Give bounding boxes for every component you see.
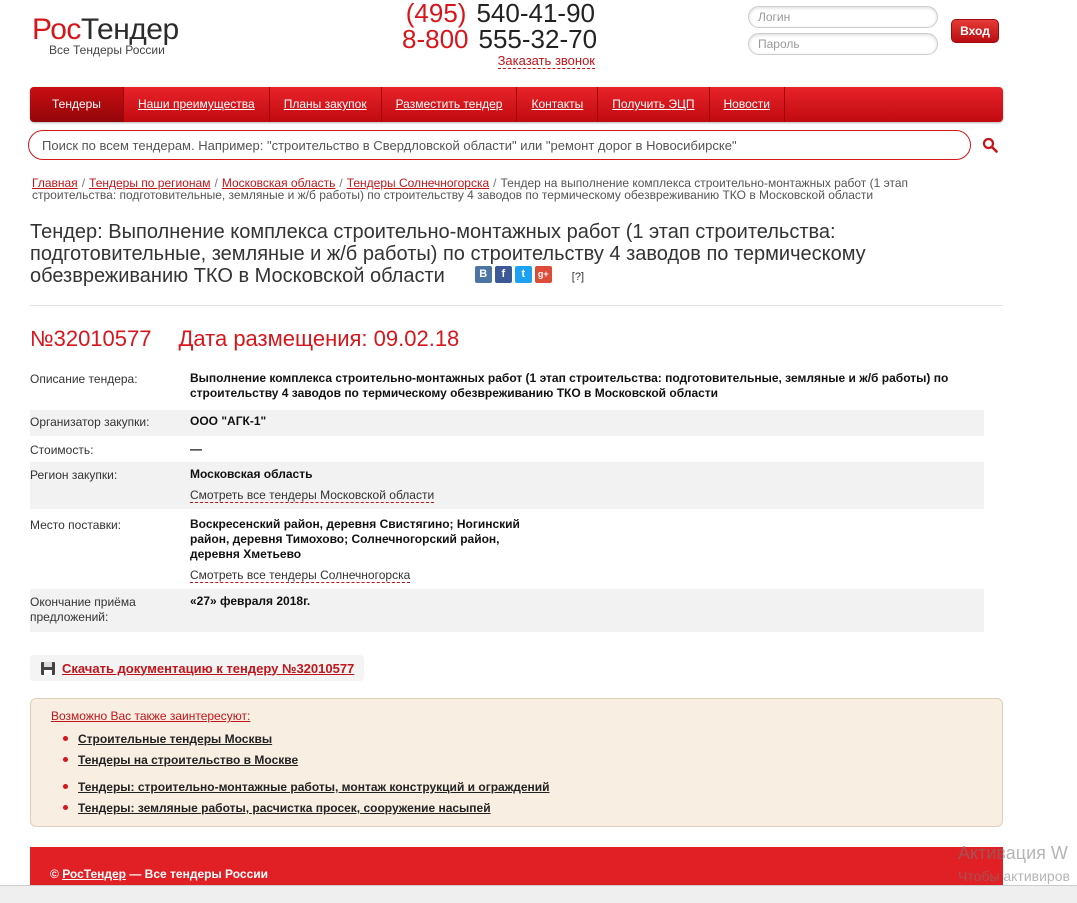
download-docs-link[interactable]: Скачать документацию к тендеру №32010577	[62, 661, 354, 676]
logo-name: РосТендер	[32, 14, 179, 46]
info-value: Воскресенский район, деревня Свистягино;…	[190, 517, 520, 561]
info-value: —	[190, 442, 202, 456]
nav-item-advantages[interactable]: Наши преимущества	[124, 87, 270, 122]
page-title: Тендер: Выполнение комплекса строительно…	[30, 221, 910, 288]
watermark-line: Активация W	[958, 843, 1068, 863]
footer-copyright: © РосТендер — Все тендеры России	[50, 867, 268, 881]
info-value: Московская область	[190, 467, 313, 481]
phone-code: 8-800	[402, 24, 469, 54]
region-tenders-link[interactable]: Смотреть все тендеры Московской области	[190, 489, 435, 503]
info-label: Стоимость:	[30, 443, 94, 457]
windows-activation-watermark: Активация W Чтобы активиров	[958, 843, 1070, 884]
login-input[interactable]	[748, 6, 938, 28]
help-link[interactable]: [?]	[572, 271, 584, 283]
info-row-region: Регион закупки: Московская область Смотр…	[30, 462, 984, 509]
info-label: Регион закупки:	[30, 468, 118, 482]
related-item: Тендеры: земляные работы, расчистка прос…	[61, 801, 550, 822]
info-value-delivery: Воскресенский район, деревня Свистягино;…	[190, 517, 530, 583]
phone-number: 555-32-70	[478, 24, 598, 54]
info-label: Описание тендера:	[30, 372, 138, 386]
floppy-disk-icon	[41, 662, 55, 675]
password-input[interactable]	[748, 33, 938, 55]
phone-moscow: (495) 540-41-90	[402, 0, 595, 26]
info-label: Окончание приёма предложений:	[30, 595, 136, 624]
tender-number: №32010577	[30, 326, 152, 351]
nav-item-plans[interactable]: Планы закупок	[270, 87, 382, 122]
phones-block: (495) 540-41-90 8-800 555-32-70 Заказать з…	[402, 0, 598, 70]
nav-item-tenders[interactable]: Тендеры	[30, 87, 124, 122]
nav-item-place-tender[interactable]: Разместить тендер	[382, 87, 518, 122]
search-icon[interactable]	[982, 137, 998, 153]
related-link[interactable]: Тендеры: строительно-монтажные работы, м…	[78, 780, 550, 794]
main-nav: Тендеры Наши преимущества Планы закупок …	[30, 87, 1003, 122]
divider	[30, 305, 1003, 306]
share-buttons: Bf t g+	[474, 266, 552, 284]
info-row-description: Описание тендера: Выполнение комплекса с…	[30, 367, 984, 410]
footer-brand-link[interactable]: РосТендер	[62, 867, 126, 881]
info-row-organizer: Организатор закупки: ООО "АГК-1"	[30, 410, 984, 436]
vk-icon[interactable]: B	[474, 266, 492, 284]
taskbar	[0, 885, 1077, 903]
twitter-icon[interactable]: t	[514, 266, 532, 284]
footer-tagline: — Все тендеры России	[126, 867, 269, 881]
related-block: Возможно Вас также заинтересуют: Строите…	[30, 698, 1003, 827]
download-block: Скачать документацию к тендеру №32010577	[30, 655, 365, 681]
related-item: Тендеры на строительство в Москве	[61, 753, 550, 774]
nav-item-contacts[interactable]: Контакты	[517, 87, 599, 122]
info-label: Место поставки:	[30, 518, 122, 532]
facebook-icon[interactable]: f	[494, 266, 512, 284]
info-value: Выполнение комплекса строительно-монтажн…	[190, 371, 949, 400]
city-tenders-link[interactable]: Смотреть все тендеры Солнечногорска	[190, 569, 411, 583]
logo-part-ros: Рос	[32, 13, 81, 46]
logo-part-tender: Тендер	[80, 13, 179, 46]
breadcrumb: Главная / Тендеры по регионам / Московская о…	[32, 177, 982, 201]
tender-header: №32010577 Дата размещения: 09.02.18	[30, 326, 459, 352]
related-item: Тендеры: строительно-монтажные работы, м…	[61, 780, 550, 801]
related-link[interactable]: Тендеры: земляные работы, расчистка прос…	[78, 801, 491, 815]
info-value: «27» февраля 2018г.	[190, 594, 311, 608]
info-label: Организатор закупки:	[30, 415, 150, 429]
search-input[interactable]	[28, 130, 971, 160]
related-list: Строительные тендеры Москвы Тендеры на с…	[61, 732, 550, 822]
related-title[interactable]: Возможно Вас также заинтересуют:	[51, 709, 250, 723]
logo-tagline: Все Тендеры России	[49, 43, 165, 57]
callback-link[interactable]: Заказать звонок	[497, 54, 595, 69]
google-plus-icon[interactable]: g+	[534, 266, 552, 284]
logo[interactable]: РосТендер Все Тендеры России	[32, 14, 179, 58]
login-form	[748, 6, 938, 60]
copyright-sign: ©	[50, 867, 59, 881]
login-button[interactable]: Вход	[951, 19, 999, 43]
page-title-text: Тендер: Выполнение комплекса строительно…	[30, 221, 866, 287]
info-value: ООО "АГК-1"	[190, 414, 267, 428]
info-value-region: Московская область Смотреть все тендеры …	[190, 467, 435, 503]
tender-date: Дата размещения: 09.02.18	[178, 326, 460, 351]
related-item: Строительные тендеры Москвы	[61, 732, 550, 753]
related-link[interactable]: Строительные тендеры Москвы	[78, 732, 272, 746]
info-row-cost: Стоимость: —	[30, 436, 984, 462]
info-row-delivery: Место поставки: Воскресенский район, дер…	[30, 509, 984, 589]
tender-info-table: Описание тендера: Выполнение комплекса с…	[30, 367, 984, 632]
nav-item-news[interactable]: Новости	[710, 87, 785, 122]
info-row-deadline: Окончание приёма предложений: «27» февра…	[30, 589, 984, 632]
watermark-line: Чтобы активиров	[958, 868, 1070, 884]
nav-item-get-ecp[interactable]: Получить ЭЦП	[598, 87, 710, 122]
related-link[interactable]: Тендеры на строительство в Москве	[78, 753, 298, 767]
phone-free: 8-800 555-32-70	[402, 24, 598, 54]
